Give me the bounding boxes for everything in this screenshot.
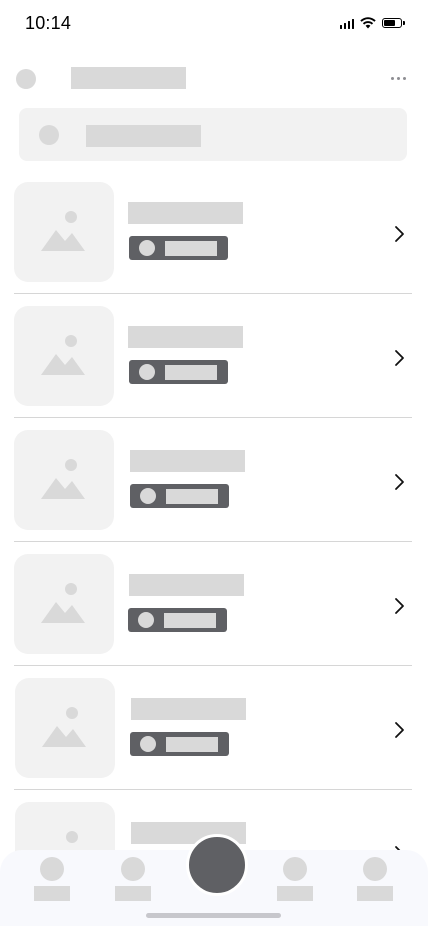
chevron-right-icon	[395, 722, 404, 738]
list-item[interactable]	[14, 294, 412, 418]
badge-icon	[140, 488, 156, 504]
search-bar[interactable]	[19, 108, 407, 161]
badge-label-placeholder	[166, 737, 218, 752]
thumbnail	[14, 182, 114, 282]
tab-icon	[283, 857, 307, 881]
status-badge	[128, 608, 227, 632]
badge-icon	[140, 736, 156, 752]
more-horizontal-icon[interactable]	[391, 77, 406, 80]
tab-label-placeholder	[34, 886, 70, 901]
image-placeholder-icon	[41, 583, 85, 623]
badge-icon	[138, 612, 154, 628]
image-placeholder-icon	[41, 211, 85, 251]
badge-icon	[139, 240, 155, 256]
wifi-icon	[360, 17, 376, 29]
header	[0, 60, 428, 100]
item-title-placeholder	[131, 698, 246, 720]
avatar[interactable]	[16, 69, 36, 89]
tab-label-placeholder	[115, 886, 151, 901]
tab-label-placeholder	[277, 886, 313, 901]
battery-icon	[382, 18, 405, 28]
status-bar: 10:14	[0, 0, 428, 50]
status-badge	[129, 236, 228, 260]
item-title-placeholder	[130, 450, 245, 472]
tab-icon	[363, 857, 387, 881]
tab-2[interactable]	[103, 850, 163, 910]
list-item[interactable]	[14, 170, 412, 294]
cellular-signal-icon	[339, 18, 354, 29]
item-title-placeholder	[128, 326, 243, 348]
center-action-button[interactable]	[186, 834, 248, 896]
image-placeholder-icon	[41, 335, 85, 375]
image-placeholder-icon	[41, 459, 85, 499]
status-badge	[130, 484, 229, 508]
tab-4[interactable]	[345, 850, 405, 910]
thumbnail	[15, 678, 115, 778]
list-item[interactable]	[14, 542, 412, 666]
image-placeholder-icon	[42, 707, 86, 747]
status-badge	[129, 360, 228, 384]
search-icon	[39, 125, 59, 145]
tab-icon	[121, 857, 145, 881]
thumbnail	[14, 430, 114, 530]
badge-label-placeholder	[165, 241, 217, 256]
tab-1[interactable]	[22, 850, 82, 910]
badge-label-placeholder	[164, 613, 216, 628]
item-title-placeholder	[128, 202, 243, 224]
badge-icon	[139, 364, 155, 380]
badge-label-placeholder	[165, 365, 217, 380]
chevron-right-icon	[395, 226, 404, 242]
search-placeholder	[86, 125, 201, 147]
chevron-right-icon	[395, 474, 404, 490]
battery-level	[384, 20, 395, 26]
home-indicator[interactable]	[146, 913, 281, 918]
tab-label-placeholder	[357, 886, 393, 901]
thumbnail	[14, 306, 114, 406]
thumbnail	[14, 554, 114, 654]
chevron-right-icon	[395, 350, 404, 366]
status-badge	[130, 732, 229, 756]
header-title-placeholder	[71, 67, 186, 89]
tab-3[interactable]	[265, 850, 325, 910]
status-icons	[339, 17, 405, 29]
badge-label-placeholder	[166, 489, 218, 504]
status-time: 10:14	[25, 13, 72, 33]
chevron-right-icon	[395, 598, 404, 614]
list-item[interactable]	[14, 666, 412, 790]
item-title-placeholder	[129, 574, 244, 596]
tab-icon	[40, 857, 64, 881]
list-item[interactable]	[14, 418, 412, 542]
